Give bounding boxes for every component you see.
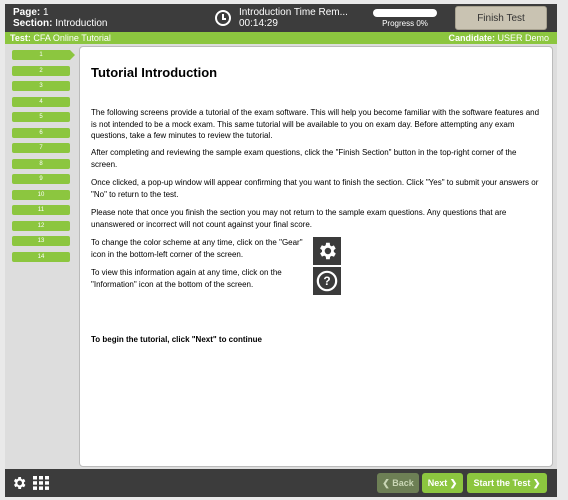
candidate-value: USER Demo bbox=[497, 33, 549, 43]
timer: Introduction Time Rem... 00:14:29 bbox=[215, 7, 348, 29]
page-label: Page: bbox=[13, 7, 41, 18]
timer-title: Introduction Time Rem... bbox=[239, 7, 348, 18]
timer-value: 00:14:29 bbox=[239, 18, 278, 29]
test-label: Test: bbox=[10, 33, 31, 43]
svg-text:?: ? bbox=[323, 274, 330, 288]
gear-info-row: To change the color scheme at any time, … bbox=[91, 237, 421, 265]
start-test-button[interactable]: Start the Test ❯ bbox=[467, 473, 547, 493]
section-value: Introduction bbox=[55, 18, 108, 29]
main-area: 1 2 3 4 5 6 7 8 9 10 11 12 13 14 Tutoria… bbox=[5, 44, 557, 469]
question-button-14[interactable]: 14 bbox=[12, 251, 70, 262]
question-button-13[interactable]: 13 bbox=[12, 236, 70, 246]
question-button-4[interactable]: 4 bbox=[12, 96, 70, 107]
top-bar: Page: 1 Section: Introduction Introducti… bbox=[5, 4, 557, 32]
back-button[interactable]: ❮ Back bbox=[377, 473, 419, 493]
gear-icon bbox=[313, 237, 341, 265]
question-button-12[interactable]: 12 bbox=[12, 220, 70, 231]
section-label: Section: bbox=[13, 18, 53, 29]
question-button-5[interactable]: 5 bbox=[12, 112, 70, 122]
question-button-1[interactable]: 1 bbox=[12, 50, 75, 60]
chevron-right-icon: ❯ bbox=[449, 477, 458, 488]
info-info-row: To view this information again at any ti… bbox=[91, 267, 421, 295]
finish-section-paragraph: After completing and reviewing the sampl… bbox=[91, 148, 517, 169]
gear-text: To change the color scheme at any time, … bbox=[91, 238, 303, 259]
next-button[interactable]: Next ❯ bbox=[422, 473, 463, 493]
page-info: Page: 1 Section: Introduction bbox=[13, 7, 108, 29]
popup-paragraph: Once clicked, a pop-up window will appea… bbox=[91, 178, 539, 199]
clock-icon bbox=[215, 10, 231, 26]
info-text: To view this information again at any ti… bbox=[91, 268, 282, 289]
intro-paragraph: The following screens provide a tutorial… bbox=[91, 108, 540, 140]
question-button-10[interactable]: 10 bbox=[12, 189, 70, 200]
finish-test-button[interactable]: Finish Test bbox=[455, 6, 547, 30]
next-label: Next bbox=[427, 478, 448, 488]
candidate-label: Candidate: bbox=[448, 33, 495, 43]
question-button-6[interactable]: 6 bbox=[12, 127, 70, 138]
back-label: Back bbox=[392, 478, 414, 488]
footer-bar: ❮ Back Next ❯ Start the Test ❯ bbox=[5, 469, 557, 497]
question-button-7[interactable]: 7 bbox=[12, 143, 70, 153]
question-button-11[interactable]: 11 bbox=[12, 205, 70, 215]
page-title: Tutorial Introduction bbox=[91, 65, 218, 80]
app-frame: Page: 1 Section: Introduction Introducti… bbox=[0, 0, 568, 500]
question-button-9[interactable]: 9 bbox=[12, 174, 70, 184]
chevron-left-icon: ❮ bbox=[382, 477, 390, 488]
progress-label: Progress 0% bbox=[382, 19, 428, 28]
content-panel: Tutorial Introduction The following scre… bbox=[79, 46, 553, 467]
progress: Progress 0% bbox=[373, 9, 437, 28]
question-button-3[interactable]: 3 bbox=[12, 81, 70, 91]
grid-icon[interactable] bbox=[33, 476, 49, 495]
info-icon: ? bbox=[313, 267, 341, 295]
test-value: CFA Online Tutorial bbox=[33, 33, 111, 43]
question-button-8[interactable]: 8 bbox=[12, 158, 70, 169]
chevron-right-icon: ❯ bbox=[532, 477, 541, 488]
progress-bar bbox=[373, 9, 437, 17]
question-button-2[interactable]: 2 bbox=[12, 65, 70, 76]
question-nav: 1 2 3 4 5 6 7 8 9 10 11 12 13 14 bbox=[12, 50, 75, 267]
info-strip: Test: CFA Online Tutorial Candidate: USE… bbox=[5, 32, 557, 44]
start-label: Start the Test bbox=[473, 478, 531, 488]
page-value: 1 bbox=[43, 7, 49, 18]
note-paragraph: Please note that once you finish the sec… bbox=[91, 208, 507, 229]
final-instruction: To begin the tutorial, click "Next" to c… bbox=[91, 335, 263, 344]
gear-icon[interactable] bbox=[11, 475, 27, 496]
